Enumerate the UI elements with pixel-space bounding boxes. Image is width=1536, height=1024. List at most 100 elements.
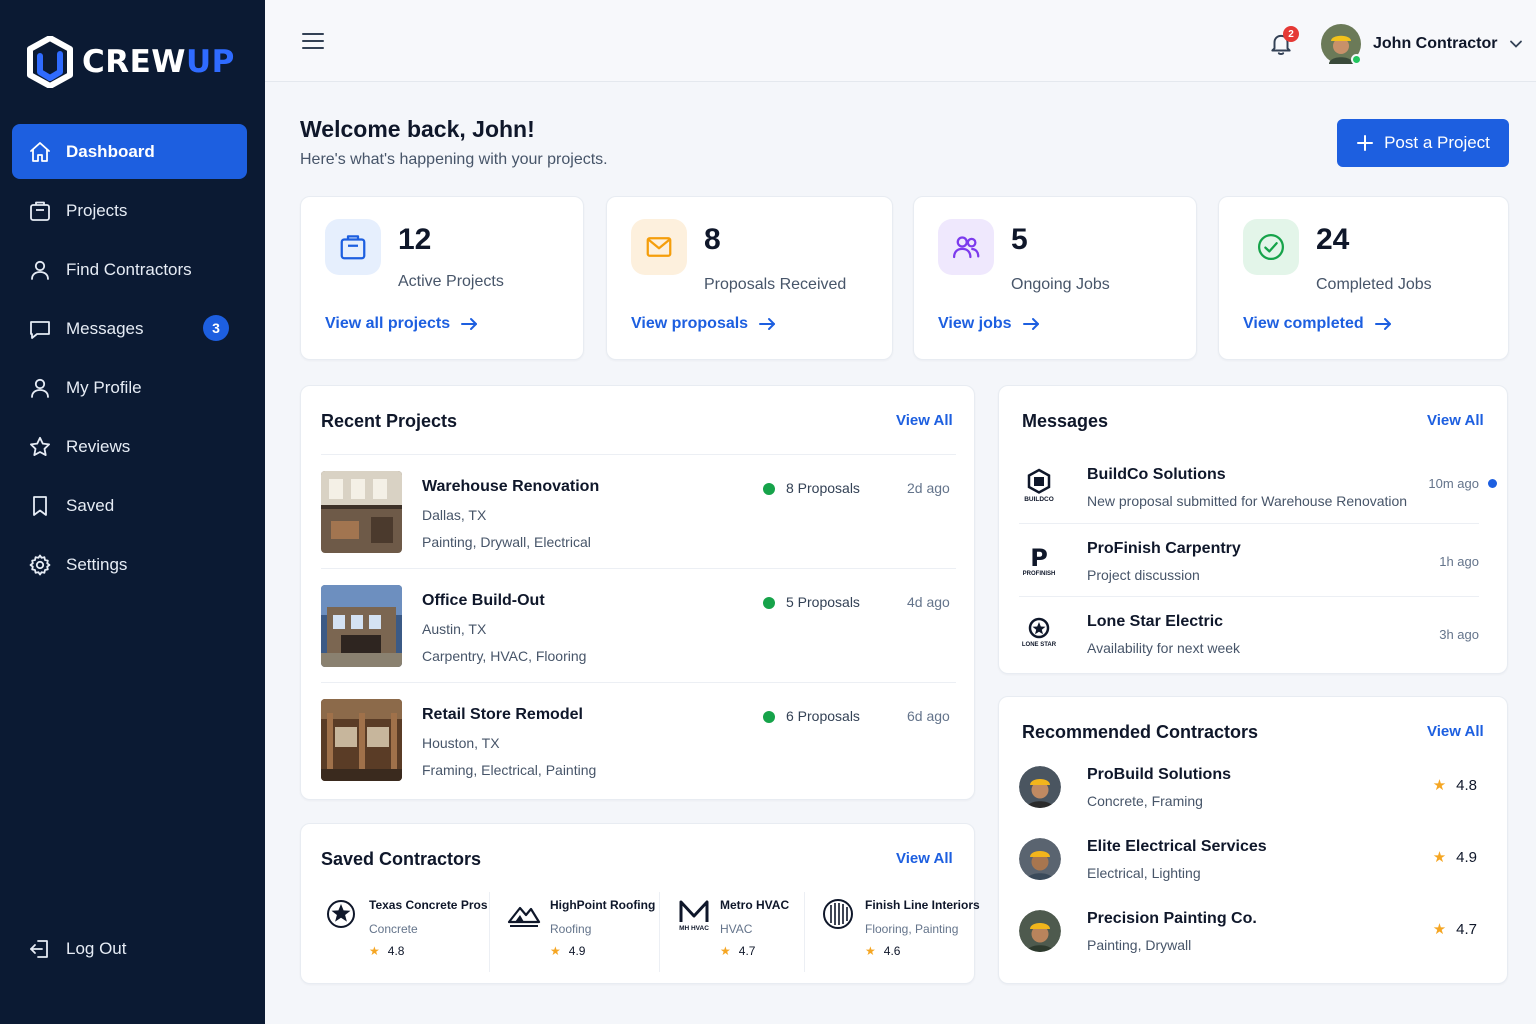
stat-label: Completed Jobs [1316,276,1432,293]
stat-value: 12 [398,223,432,256]
recent-projects-view-all-link[interactable]: View All [896,412,953,429]
sidebar-item-messages[interactable]: Messages 3 [12,301,247,356]
star-icon: ★ [369,944,380,958]
contractor-name: Elite Electrical Services [1087,838,1267,855]
stat-card-active-projects: 12 Active Projects View all projects [300,196,584,360]
stat-icon-wrap [325,219,381,275]
project-row[interactable]: Office Build-Out Austin, TX Carpentry, H… [321,568,956,680]
messages-count-badge: 3 [203,315,229,341]
lone-star-logo-text: LONE STAR [1022,642,1057,648]
sidebar-item-settings[interactable]: Settings [12,537,247,592]
project-time: 2d ago [907,480,950,496]
buildco-logo-icon: BUILDCO [1019,466,1059,506]
messages-view-all-link[interactable]: View All [1427,412,1484,429]
finish-line-logo-icon [823,899,853,929]
panel-title: Recommended Contractors [1022,722,1259,742]
user-menu[interactable]: John Contractor [1321,24,1523,65]
sidebar: CREWUP Dashboard Projects Find Contracto… [0,0,265,1024]
contractor-rating: ★ 4.7 [1432,920,1477,939]
user-name: John Contractor [1373,35,1498,52]
message-row[interactable]: P PROFINISH ProFinish Carpentry Project … [1019,523,1479,596]
contractor-row[interactable]: Precision Painting Co. Painting, Drywall… [1019,905,1479,977]
contractor-name: ProBuild Solutions [1087,766,1231,783]
svg-text:P: P [1030,544,1048,572]
page-title: Welcome back, John! [300,116,535,142]
recommended-view-all-link[interactable]: View All [1427,723,1484,740]
project-row[interactable]: Retail Store Remodel Houston, TX Framing… [321,682,956,794]
stat-link-label: View proposals [631,315,749,332]
sidebar-item-my-profile[interactable]: My Profile [12,360,247,415]
project-time: 6d ago [907,708,950,724]
message-preview: Project discussion [1087,567,1200,583]
panel-title: Saved Contractors [321,849,482,869]
home-icon [30,141,50,162]
stat-link-label: View jobs [938,315,1012,332]
project-row[interactable]: Warehouse Renovation Dallas, TX Painting… [321,454,956,566]
project-name: Warehouse Renovation [422,478,600,495]
crewup-logo-icon [27,36,73,88]
status-dot [763,483,775,495]
sidebar-item-reviews[interactable]: Reviews [12,419,247,474]
hamburger-menu-icon[interactable] [301,31,325,51]
project-location: Houston, TX [422,735,500,751]
saved-contractor-name: Texas Concrete Pros [369,898,488,912]
sidebar-item-saved[interactable]: Saved [12,478,247,533]
gear-icon [29,554,51,575]
recommended-contractors-panel: Recommended Contractors View All ProBuil… [998,696,1508,984]
rating-value: 4.7 [738,944,756,958]
message-sender: Lone Star Electric [1087,613,1224,630]
brand-logo[interactable]: CREWUP [26,36,235,88]
proposal-count: 8 Proposals [786,480,860,496]
sidebar-nav: Dashboard Projects Find Contractors Mess… [12,124,247,596]
arrow-right-icon [1374,318,1391,330]
plus-icon [1357,135,1374,151]
saved-contractor-item[interactable]: HighPoint Roofing Roofing ★ 4.9 [489,892,659,972]
saved-contractors-view-all-link[interactable]: View All [896,850,953,867]
contractor-avatar [1019,838,1061,880]
contractor-row[interactable]: Elite Electrical Services Electrical, Li… [1019,833,1479,905]
saved-contractor-name: Finish Line Interiors [865,898,980,912]
chevron-down-icon [1510,40,1523,48]
rating-value: 4.9 [1456,848,1477,866]
sidebar-item-find-contractors[interactable]: Find Contractors [12,242,247,297]
project-location: Austin, TX [422,621,487,637]
logout-button[interactable]: Log Out [28,937,127,961]
view-jobs-link[interactable]: View jobs [938,315,1040,333]
stat-value: 5 [1011,223,1028,256]
stat-value: 24 [1316,223,1350,256]
arrow-right-icon [759,318,776,330]
view-completed-link[interactable]: View completed [1243,315,1392,333]
contractor-name: Precision Painting Co. [1087,910,1257,927]
message-row[interactable]: BUILDCO BuildCo Solutions New proposal s… [1019,450,1479,523]
saved-contractor-rating: ★ 4.6 [865,944,900,958]
recent-projects-panel: Recent Projects View All Warehouse Renov… [300,385,975,800]
saved-contractor-item[interactable]: MH HVAC Metro HVAC HVAC ★ 4.7 [659,892,804,972]
saved-contractor-item[interactable]: Texas Concrete Pros Concrete ★ 4.8 [323,892,488,972]
view-all-projects-link[interactable]: View all projects [325,315,478,333]
check-circle-icon [1258,234,1284,260]
sidebar-item-projects[interactable]: Projects [12,183,247,238]
envelope-icon [646,237,672,257]
rating-value: 4.8 [387,944,405,958]
highpoint-roofing-logo-icon [507,906,541,927]
briefcase-icon [340,235,366,260]
sidebar-item-dashboard[interactable]: Dashboard [12,124,247,179]
profinish-logo-icon: P PROFINISH [1019,540,1059,580]
unread-indicator-dot [1488,479,1497,488]
saved-contractor-name: Metro HVAC [720,898,790,912]
view-proposals-link[interactable]: View proposals [631,315,776,333]
project-time: 4d ago [907,594,950,610]
contractor-row[interactable]: ProBuild Solutions Concrete, Framing ★ 4.… [1019,761,1479,833]
saved-contractor-item[interactable]: Finish Line Interiors Flooring, Painting… [804,892,980,972]
star-icon: ★ [1432,921,1447,938]
message-row[interactable]: LONE STAR Lone Star Electric Availabilit… [1019,596,1479,669]
message-preview: New proposal submitted for Warehouse Ren… [1087,493,1408,509]
saved-contractor-name: HighPoint Roofing [550,898,656,912]
rating-value: 4.6 [883,944,901,958]
saved-contractor-rating: ★ 4.8 [369,944,404,958]
contractor-avatar [1019,910,1061,952]
bookmark-icon [33,495,47,516]
arrow-right-icon [1022,318,1039,330]
post-project-button[interactable]: Post a Project [1337,119,1509,167]
metro-hvac-logo-text: MH HVAC [679,925,709,932]
